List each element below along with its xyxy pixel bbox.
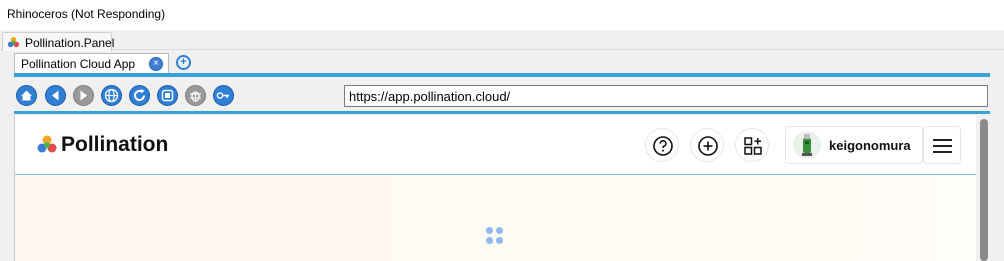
help-button[interactable]: [645, 128, 679, 162]
main-content: [15, 176, 976, 261]
hamburger-menu-icon[interactable]: [923, 126, 961, 164]
close-tab-icon[interactable]: ×: [149, 57, 163, 71]
browser-toolbar: https://app.pollination.cloud/: [14, 77, 990, 111]
document-area: Pollination Cloud App × + https://app.po…: [0, 51, 1004, 261]
window-titlebar: Rhinoceros (Not Responding): [0, 0, 1004, 30]
username: keigonomura: [829, 138, 911, 153]
key-icon[interactable]: [213, 85, 234, 106]
panel-tabbar: Pollination.Panel: [0, 30, 1004, 51]
stop-icon[interactable]: [157, 85, 178, 106]
tab-label: Pollination Cloud App: [21, 57, 136, 71]
url-input[interactable]: https://app.pollination.cloud/: [344, 85, 988, 107]
app-header: Pollination keigonomura: [15, 115, 976, 175]
question-circle-icon: [653, 136, 673, 156]
vertical-scrollbar[interactable]: [976, 115, 991, 261]
browser-viewport: Pollination keigonomura: [14, 115, 991, 261]
spinner-dots-icon: [486, 227, 506, 247]
plus-circle-icon: [698, 136, 718, 156]
refresh-icon[interactable]: [129, 85, 150, 106]
tab-pollination-cloud-app[interactable]: Pollination Cloud App ×: [14, 53, 169, 73]
pollination-logo-icon: [7, 36, 20, 48]
grid-plus-icon: [744, 137, 762, 155]
bug-icon[interactable]: [185, 85, 206, 106]
user-menu[interactable]: keigonomura: [785, 126, 923, 164]
globe-icon[interactable]: [101, 85, 122, 106]
panel-tab-label: Pollination.Panel: [25, 36, 115, 50]
back-icon[interactable]: [45, 85, 66, 106]
pollination-logo-icon: [37, 135, 57, 153]
window-title: Rhinoceros (Not Responding): [7, 7, 166, 21]
panel-tab[interactable]: Pollination.Panel: [2, 32, 115, 51]
apps-button[interactable]: [735, 128, 769, 162]
avatar: [793, 131, 821, 159]
add-button[interactable]: [690, 128, 724, 162]
add-tab-icon[interactable]: +: [176, 55, 191, 70]
brand-name: Pollination: [61, 133, 169, 156]
scrollbar-thumb[interactable]: [980, 119, 988, 261]
home-icon[interactable]: [16, 85, 37, 106]
forward-icon[interactable]: [73, 85, 94, 106]
accent-divider-lower: [14, 111, 990, 114]
